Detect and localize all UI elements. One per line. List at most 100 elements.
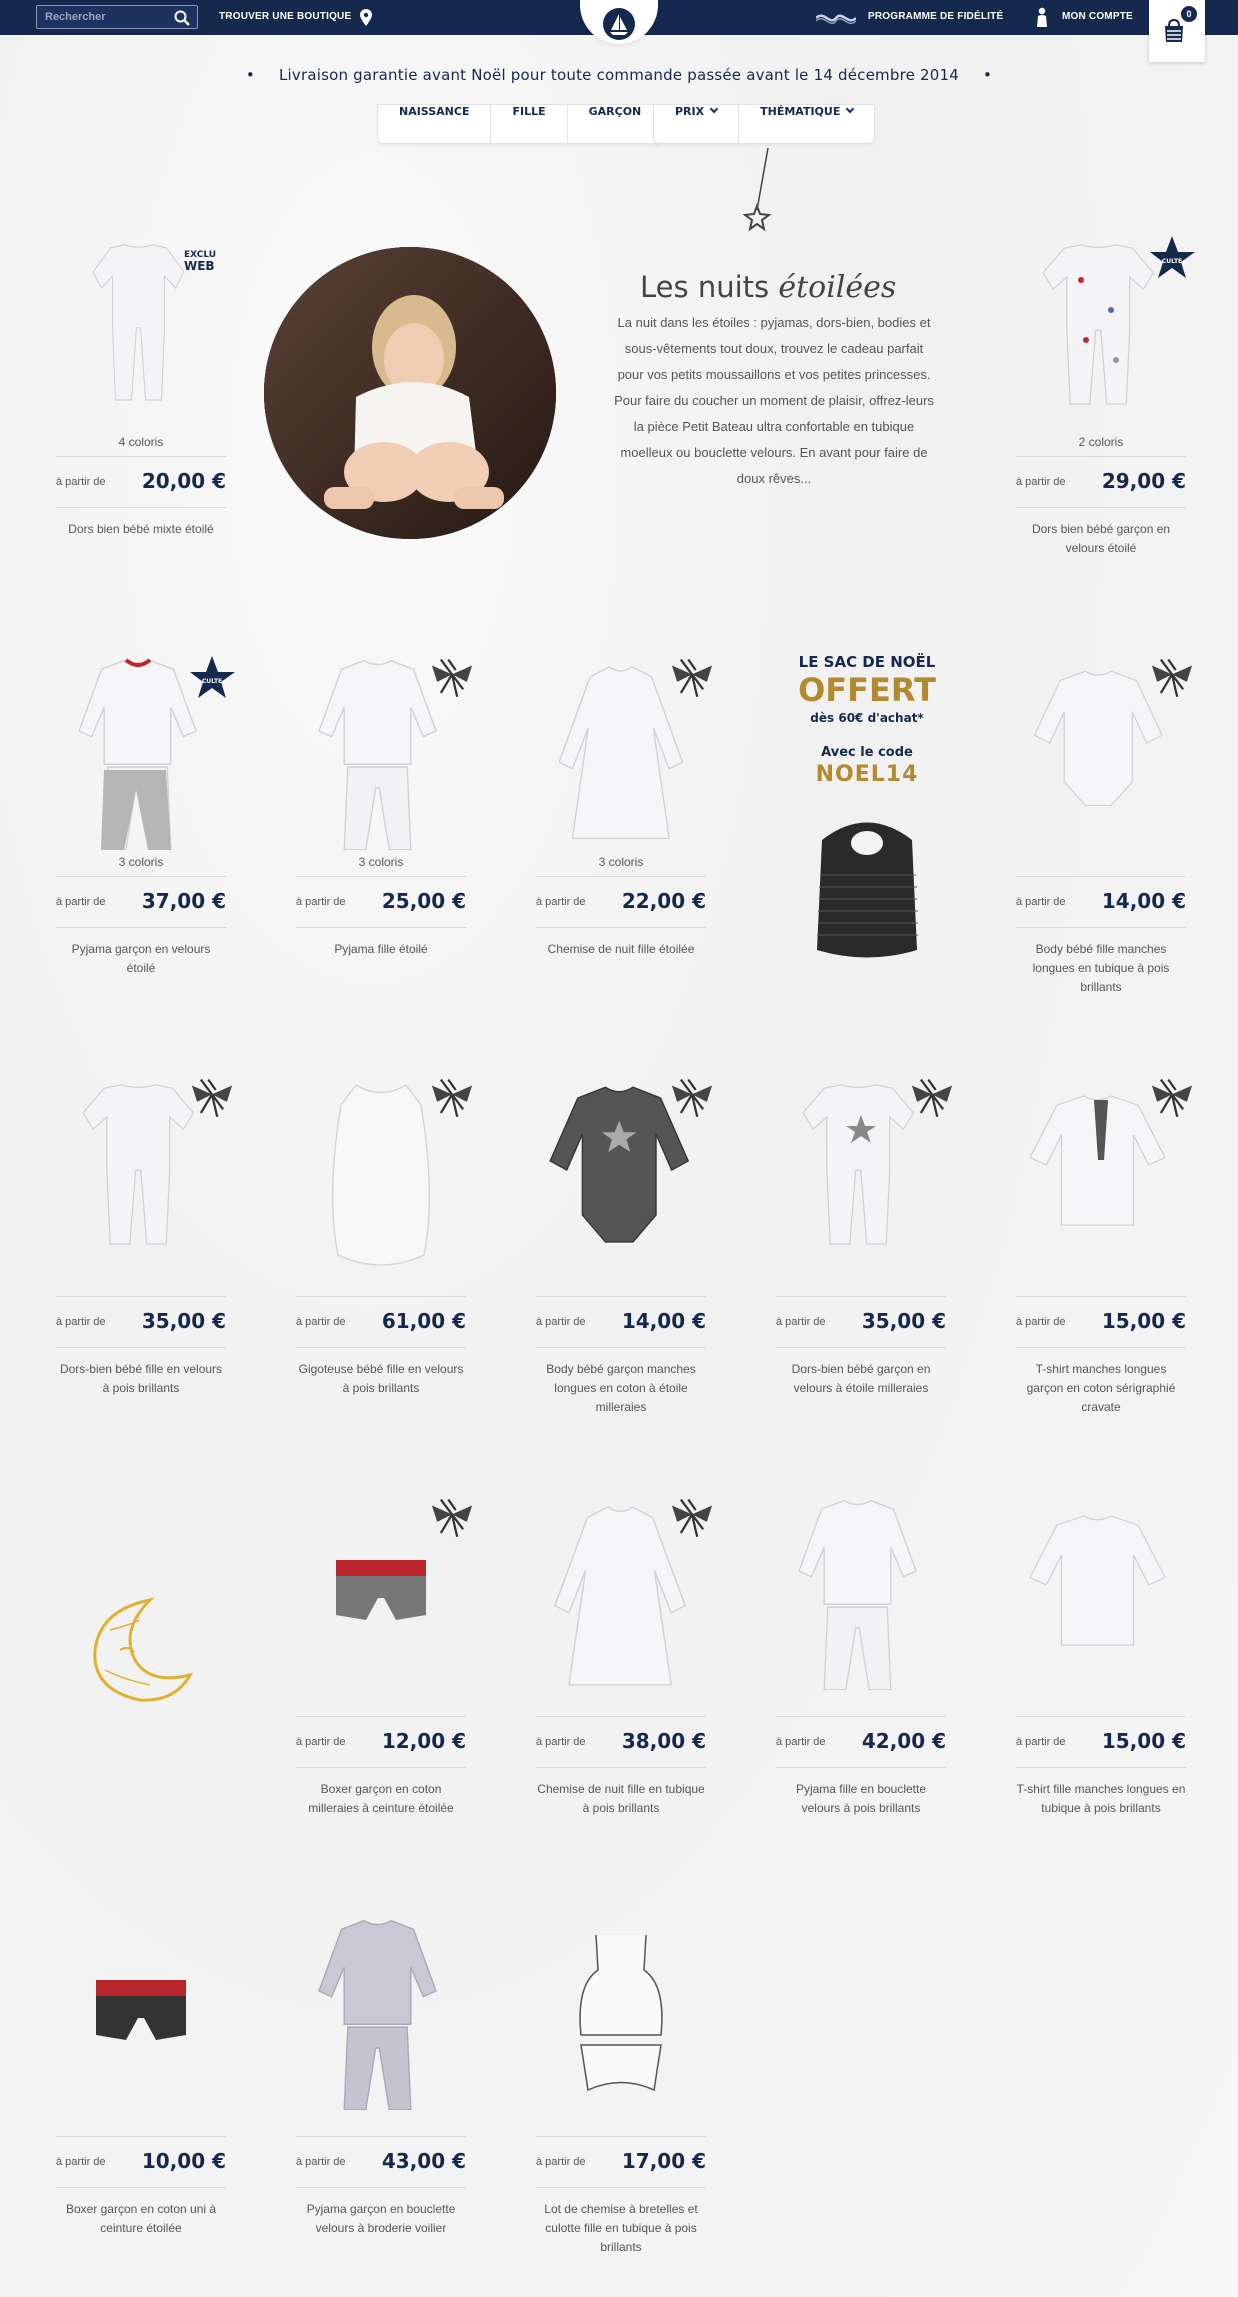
product-image[interactable] [56,1910,226,2110]
nav-garcon[interactable]: GARÇON [568,105,663,143]
ribbon-bow-icon [670,1078,714,1118]
shopping-bag-icon[interactable] [1163,18,1185,44]
product-name[interactable]: Pyjama garçon en velours étoilé [56,940,226,978]
gift-bag-promo[interactable]: LE SAC DE NOËL OFFERT dès 60€ d'achat* A… [782,645,952,975]
user-icon[interactable] [1036,7,1048,27]
store-finder-link[interactable]: TROUVER UNE BOUTIQUE [219,11,351,22]
product-card[interactable]: à partir de 10,00 € Boxer garçon en coton… [56,1910,226,2270]
location-pin-icon[interactable] [360,9,372,26]
product-image[interactable] [1016,1490,1186,1690]
product-name[interactable]: Lot de chemise à bretelles et culotte fi… [536,2200,706,2257]
ribbon-bow-icon [670,1498,714,1538]
product-name[interactable]: Body bébé garçon manches longues en coto… [536,1360,706,1417]
price-box: à partir de 35,00 € [776,1296,946,1348]
product-card[interactable]: à partir de 35,00 € Dors-bien bébé fille … [56,1070,234,1430]
price-box: à partir de 29,00 € [1016,456,1186,508]
category-nav: NAISSANCE FILLE GARÇON [377,104,664,144]
from-label: à partir de [1016,896,1066,908]
price: 38,00 € [621,1729,706,1753]
promo-bullet: • [245,66,255,84]
price-box: à partir de 35,00 € [56,1296,226,1348]
price: 25,00 € [381,889,466,913]
price: 17,00 € [621,2149,706,2173]
product-card[interactable]: à partir de 35,00 € Dors-bien bébé garçon… [776,1070,954,1430]
product-card[interactable]: à partir de 14,00 € Body bébé fille manch… [1016,650,1194,1010]
product-card[interactable]: à partir de 61,00 € Gigoteuse bébé fille … [296,1070,474,1430]
product-card[interactable]: à partir de 38,00 € Chemise de nuit fille… [536,1490,714,1850]
price: 61,00 € [381,1309,466,1333]
filter-prix[interactable]: PRIX [654,104,740,143]
product-card[interactable]: à partir de 15,00 € T-shirt manches longu… [1016,1070,1194,1430]
culte-label: CULTE [202,678,222,685]
nav-naissance[interactable]: NAISSANCE [378,105,492,143]
price: 42,00 € [861,1729,946,1753]
product-name[interactable]: Pyjama fille en bouclette velours à pois… [776,1780,946,1818]
product-name[interactable]: Boxer garçon en coton milleraies à ceint… [296,1780,466,1818]
from-label: à partir de [776,1736,826,1748]
product-name[interactable]: Dors-bien bébé fille en velours à pois b… [56,1360,226,1398]
cart-button[interactable]: 0 [1149,0,1205,62]
ribbon-bow-icon [430,658,474,698]
promo-bullet: • [983,66,993,84]
product-name[interactable]: Dors bien bébé garçon en velours étoilé [1016,520,1186,558]
from-label: à partir de [296,1736,346,1748]
product-image[interactable] [536,1910,706,2110]
sailboat-logo-icon[interactable] [603,8,635,40]
colors-count: 2 coloris [1078,435,1124,449]
product-name[interactable]: Gigoteuse bébé fille en velours à pois b… [296,1360,466,1398]
account-link[interactable]: MON COMPTE [1062,11,1133,22]
gift-line-1: LE SAC DE NOËL [798,653,936,671]
product-card[interactable]: à partir de 12,00 € Boxer garçon en coton… [296,1490,474,1850]
filter-thematique[interactable]: THÉMATIQUE [739,104,874,143]
price-box: à partir de 37,00 € [56,876,226,928]
nav-fille[interactable]: FILLE [491,105,568,143]
product-card[interactable]: CULTE 2 coloris à partir de 29,00 € Dors … [1016,230,1195,570]
ribbon-bow-icon [670,658,714,698]
hero-title-main: Les nuits [640,270,770,304]
from-label: à partir de [1016,1316,1066,1328]
from-label: à partir de [776,1316,826,1328]
loyalty-program-link[interactable]: PROGRAMME DE FIDÉLITÉ [868,11,1003,22]
hero-description: La nuit dans les étoiles : pyjamas, dors… [614,315,934,486]
product-card[interactable]: 3 coloris à partir de 25,00 € Pyjama fill… [296,650,474,1010]
hero-photo [264,247,556,539]
product-card[interactable]: CULTE 3 coloris à partir de 37,00 € Pyjam… [56,650,235,1010]
product-card[interactable]: à partir de 15,00 € T-shirt fille manches… [1016,1490,1186,1850]
product-name[interactable]: Chemise de nuit fille étoilée [536,940,706,959]
search-box[interactable] [36,5,198,29]
product-name[interactable]: Pyjama fille étoilé [296,940,466,959]
product-card[interactable]: 3 coloris à partir de 22,00 € Chemise de … [536,650,714,1010]
from-label: à partir de [536,1736,586,1748]
product-name[interactable]: Dors-bien bébé garçon en velours à étoil… [776,1360,946,1398]
search-input[interactable] [37,6,167,28]
culte-star-badge: CULTE [190,656,235,698]
price: 15,00 € [1101,1309,1186,1333]
price: 43,00 € [381,2149,466,2173]
product-card[interactable]: à partir de 14,00 € Body bébé garçon manc… [536,1070,714,1430]
product-name[interactable]: Boxer garçon en coton uni à ceinture éto… [56,2200,226,2238]
product-card[interactable]: à partir de 42,00 € Pyjama fille en boucl… [776,1490,946,1850]
price: 14,00 € [1101,889,1186,913]
product-name[interactable]: Chemise de nuit fille en tubique à pois … [536,1780,706,1818]
colors-count: 4 coloris [118,435,164,449]
price-box: à partir de 42,00 € [776,1716,946,1768]
product-card[interactable]: à partir de 43,00 € Pyjama garçon en bouc… [296,1910,466,2270]
product-name[interactable]: Pyjama garçon en bouclette velours à bro… [296,2200,466,2238]
from-label: à partir de [56,476,106,488]
product-image[interactable] [776,1490,946,1690]
product-name[interactable]: T-shirt fille manches longues en tubique… [1016,1780,1186,1818]
promo-text: Livraison garantie avant Noël pour toute… [278,66,960,84]
product-name[interactable]: Dors bien bébé mixte étoilé [56,520,226,539]
search-icon[interactable] [173,9,191,27]
from-label: à partir de [536,1316,586,1328]
product-card[interactable]: à partir de 17,00 € Lot de chemise à bret… [536,1910,706,2270]
product-card[interactable]: EXCLU WEB 4 coloris à partir de 20,00 € Do… [56,230,226,550]
logo[interactable] [580,0,658,44]
product-name[interactable]: Body bébé fille manches longues en tubiq… [1016,940,1186,997]
product-image[interactable] [296,1910,466,2110]
gift-code: NOEL14 [815,762,919,787]
culte-star-badge: CULTE [1150,236,1195,278]
ribbon-bow-icon [430,1078,474,1118]
price-box: à partir de 43,00 € [296,2136,466,2188]
product-name[interactable]: T-shirt manches longues garçon en coton … [1016,1360,1186,1417]
